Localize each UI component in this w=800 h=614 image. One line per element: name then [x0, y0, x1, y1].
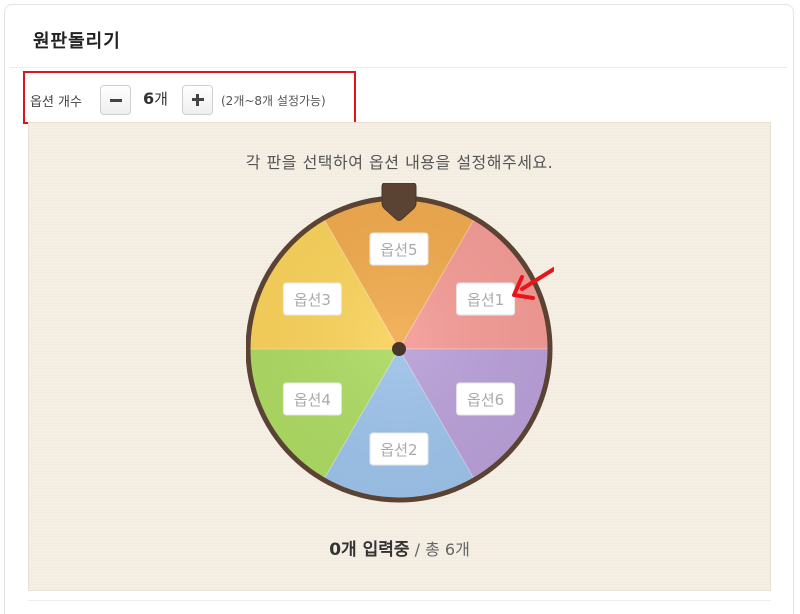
wheel-segment-label-text: 옵션5	[380, 241, 417, 259]
bottom-divider	[28, 600, 771, 601]
page-title: 원판돌리기	[33, 31, 121, 52]
wheel-segment-label-text: 옵션3	[294, 291, 331, 309]
wheel-segment-label-text: 옵션6	[467, 391, 504, 409]
instruction-text: 각 판을 선택하여 옵션 내용을 설정해주세요.	[245, 153, 554, 172]
wheel-segment-label-text: 옵션2	[380, 441, 417, 459]
status-separator: /	[409, 540, 426, 559]
wheel-segment-label[interactable]: 옵션3	[282, 282, 342, 316]
option-count-unit: 개	[154, 90, 168, 108]
entered-count: 0개 입력중	[329, 540, 410, 560]
wheel-center-pin	[392, 342, 406, 356]
roulette-wheel: 옵션1 옵션6 옵션2 옵션4 옵션3 옵션5	[246, 183, 554, 503]
roulette-stage: 각 판을 선택하여 옵션 내용을 설정해주세요. 옵션1 옵션6 옵션2 옵션4 옵션3…	[28, 122, 771, 591]
option-count-controls: 옵션 개수 6개 (2개~8개 설정가능)	[23, 71, 356, 124]
decrease-option-button[interactable]	[100, 85, 131, 115]
increase-option-button[interactable]	[182, 85, 213, 115]
wheel-segment-label[interactable]: 옵션4	[282, 382, 342, 416]
option-range-hint: (2개~8개 설정가능)	[221, 94, 326, 108]
minus-icon	[109, 98, 122, 102]
input-status: 0개 입력중 / 총 6개	[29, 535, 770, 560]
wheel-segment-label[interactable]: 옵션6	[456, 382, 516, 416]
option-count-number: 6	[143, 89, 155, 108]
wheel-segment-label-text: 옵션4	[294, 391, 331, 409]
title-divider	[10, 67, 787, 68]
total-count: 총 6개	[425, 540, 470, 559]
option-count-value: 6개	[143, 88, 168, 109]
wheel-segment-label[interactable]: 옵션2	[369, 432, 429, 466]
wheel-segment-label[interactable]: 옵션5	[369, 232, 429, 266]
option-count-label: 옵션 개수	[30, 95, 82, 110]
wheel-segment-label[interactable]: 옵션1	[456, 282, 516, 316]
plus-icon	[192, 94, 204, 106]
wheel-segment-label-text: 옵션1	[467, 291, 504, 309]
